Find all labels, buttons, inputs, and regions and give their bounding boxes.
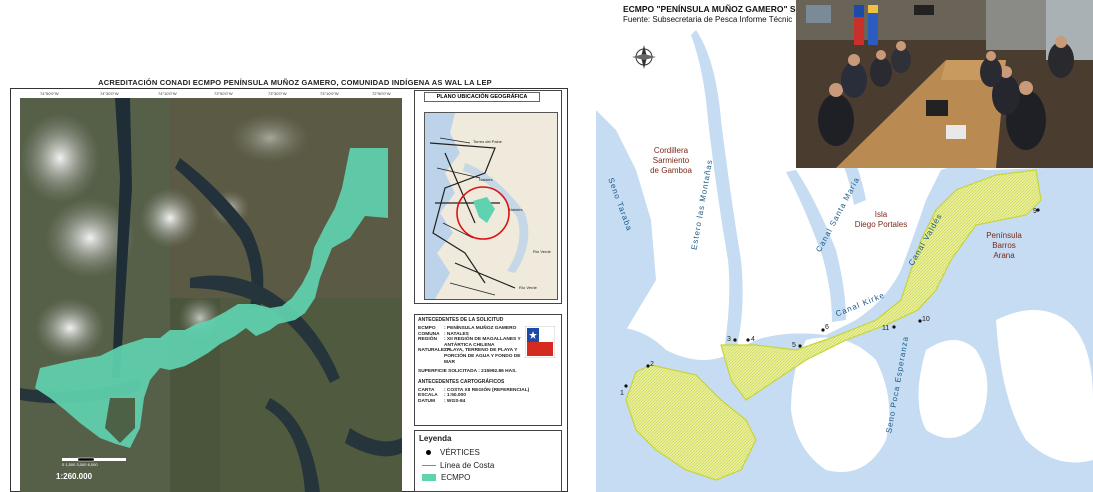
right-map-subtitle: Fuente: Subsecretaria de Pesca Informe T…: [623, 15, 793, 24]
superficie-value: SUPERFICIE SOLICITADA : 215992.86 HAS.: [418, 369, 517, 375]
info-key: NATURALEZA: [418, 348, 451, 354]
info-row: NATURALEZA: PLAYA, TERRENO DE PLAYA Y PO…: [418, 348, 521, 365]
vertex-label: 9: [1033, 208, 1037, 215]
label-line: Arana: [993, 251, 1015, 260]
ecmpo-fill-icon: [422, 474, 436, 481]
vertex-dot-icon: [426, 450, 431, 455]
carto-key: DATUM: [418, 398, 435, 404]
coord-tick: 74°30'0"W: [100, 91, 119, 96]
label-line: Cordillera: [653, 146, 689, 155]
vertex-label: 3: [727, 336, 731, 343]
location-map-svg: Torres del Paine Natales Natales Río Ver…: [425, 113, 557, 299]
loc-place: Río Verde: [519, 285, 538, 290]
info-row: REGIÓN : XII REGIÓN DE MAGALLANES Y ANTÁR…: [418, 337, 521, 348]
map-scale: 1:260.000: [56, 472, 93, 481]
coord-tick: 73°50'0"W: [214, 91, 233, 96]
coord-tick: 73°30'0"W: [268, 91, 287, 96]
vertex-label: 11: [882, 325, 890, 332]
coord-tick: 73°10'0"W: [320, 91, 339, 96]
loc-place: Natales: [509, 207, 523, 212]
label-line: Sarmiento: [652, 156, 690, 165]
loc-place: Natales: [479, 177, 493, 182]
coastline-line-icon: [422, 465, 436, 466]
coord-tick: 74°10'0"W: [158, 91, 177, 96]
label-cordillera: Cordillera Sarmiento de Gamboa: [636, 146, 706, 176]
label-line: Península: [986, 231, 1022, 240]
legend-item-coastline: Línea de Costa: [422, 461, 494, 470]
government-logo: [524, 325, 557, 365]
location-panel-title: PLANO UBICACIÓN GEOGRÁFICA: [424, 92, 540, 102]
info-value: : PLAYA, TERRENO DE PLAYA Y PORCIÓN DE A…: [444, 348, 521, 365]
legend-label: ECMPO: [441, 473, 471, 482]
info-panel: ANTECEDENTES DE LA SOLICITUD ECMPO: PENÍ…: [414, 314, 562, 426]
legend-item-vertices: VÉRTICES: [422, 448, 480, 457]
vertex-label: 10: [922, 316, 930, 323]
legend-title: Leyenda: [419, 434, 452, 443]
label-line: Diego Portales: [854, 220, 908, 229]
video-conference-panel[interactable]: [796, 0, 1093, 168]
vertex-label: 4: [751, 336, 755, 343]
vertex-label: 6: [825, 324, 829, 331]
scale-bar-numbers: 0 1,500 3,000 6,000: [62, 462, 98, 467]
legend-item-ecmpo: ECMPO: [422, 473, 470, 482]
label-line: Barros: [992, 241, 1016, 250]
left-map-title: ACREDITACIÓN CONADI ECMPO PENÍNSULA MUÑO…: [98, 78, 492, 87]
carto-value: : WGS-84: [444, 398, 466, 404]
coord-tick: 74°50'0"W: [40, 91, 59, 96]
antecedentes-cartograficos-title: ANTECEDENTES CARTOGRÁFICOS: [418, 378, 505, 385]
legend-label: Línea de Costa: [440, 461, 495, 470]
info-key: REGIÓN: [418, 337, 437, 343]
vertex-label: 1: [620, 390, 624, 397]
legend-label: VÉRTICES: [440, 448, 480, 457]
label-isla: Isla Diego Portales: [846, 210, 916, 230]
vertex-label: 2: [650, 361, 654, 368]
label-line: Isla: [874, 210, 888, 219]
loc-place: Río Verde: [533, 249, 552, 254]
label-peninsula: Península Barros Arana: [984, 231, 1024, 261]
label-line: de Gamboa: [650, 166, 692, 175]
info-value: : XII REGIÓN DE MAGALLANES Y ANTÁRTICA C…: [444, 337, 521, 348]
location-map: Torres del Paine Natales Natales Río Ver…: [424, 112, 558, 300]
antecedentes-solicitud-title: ANTECEDENTES DE LA SOLICITUD: [418, 317, 504, 323]
satellite-map-svg: [20, 98, 402, 492]
loc-place: Torres del Paine: [473, 139, 503, 144]
video-frame: [796, 0, 1093, 168]
satellite-map: [20, 98, 402, 492]
superficie: SUPERFICIE SOLICITADA : 215992.86 HAS.: [418, 369, 561, 375]
coord-tick: 72°50'0"W: [372, 91, 391, 96]
carto-row: DATUM : WGS-84: [418, 399, 561, 405]
right-map-title: ECMPO "PENÍNSULA MUÑOZ GAMERO" SO: [623, 4, 803, 14]
vertex-label: 5: [792, 342, 796, 349]
